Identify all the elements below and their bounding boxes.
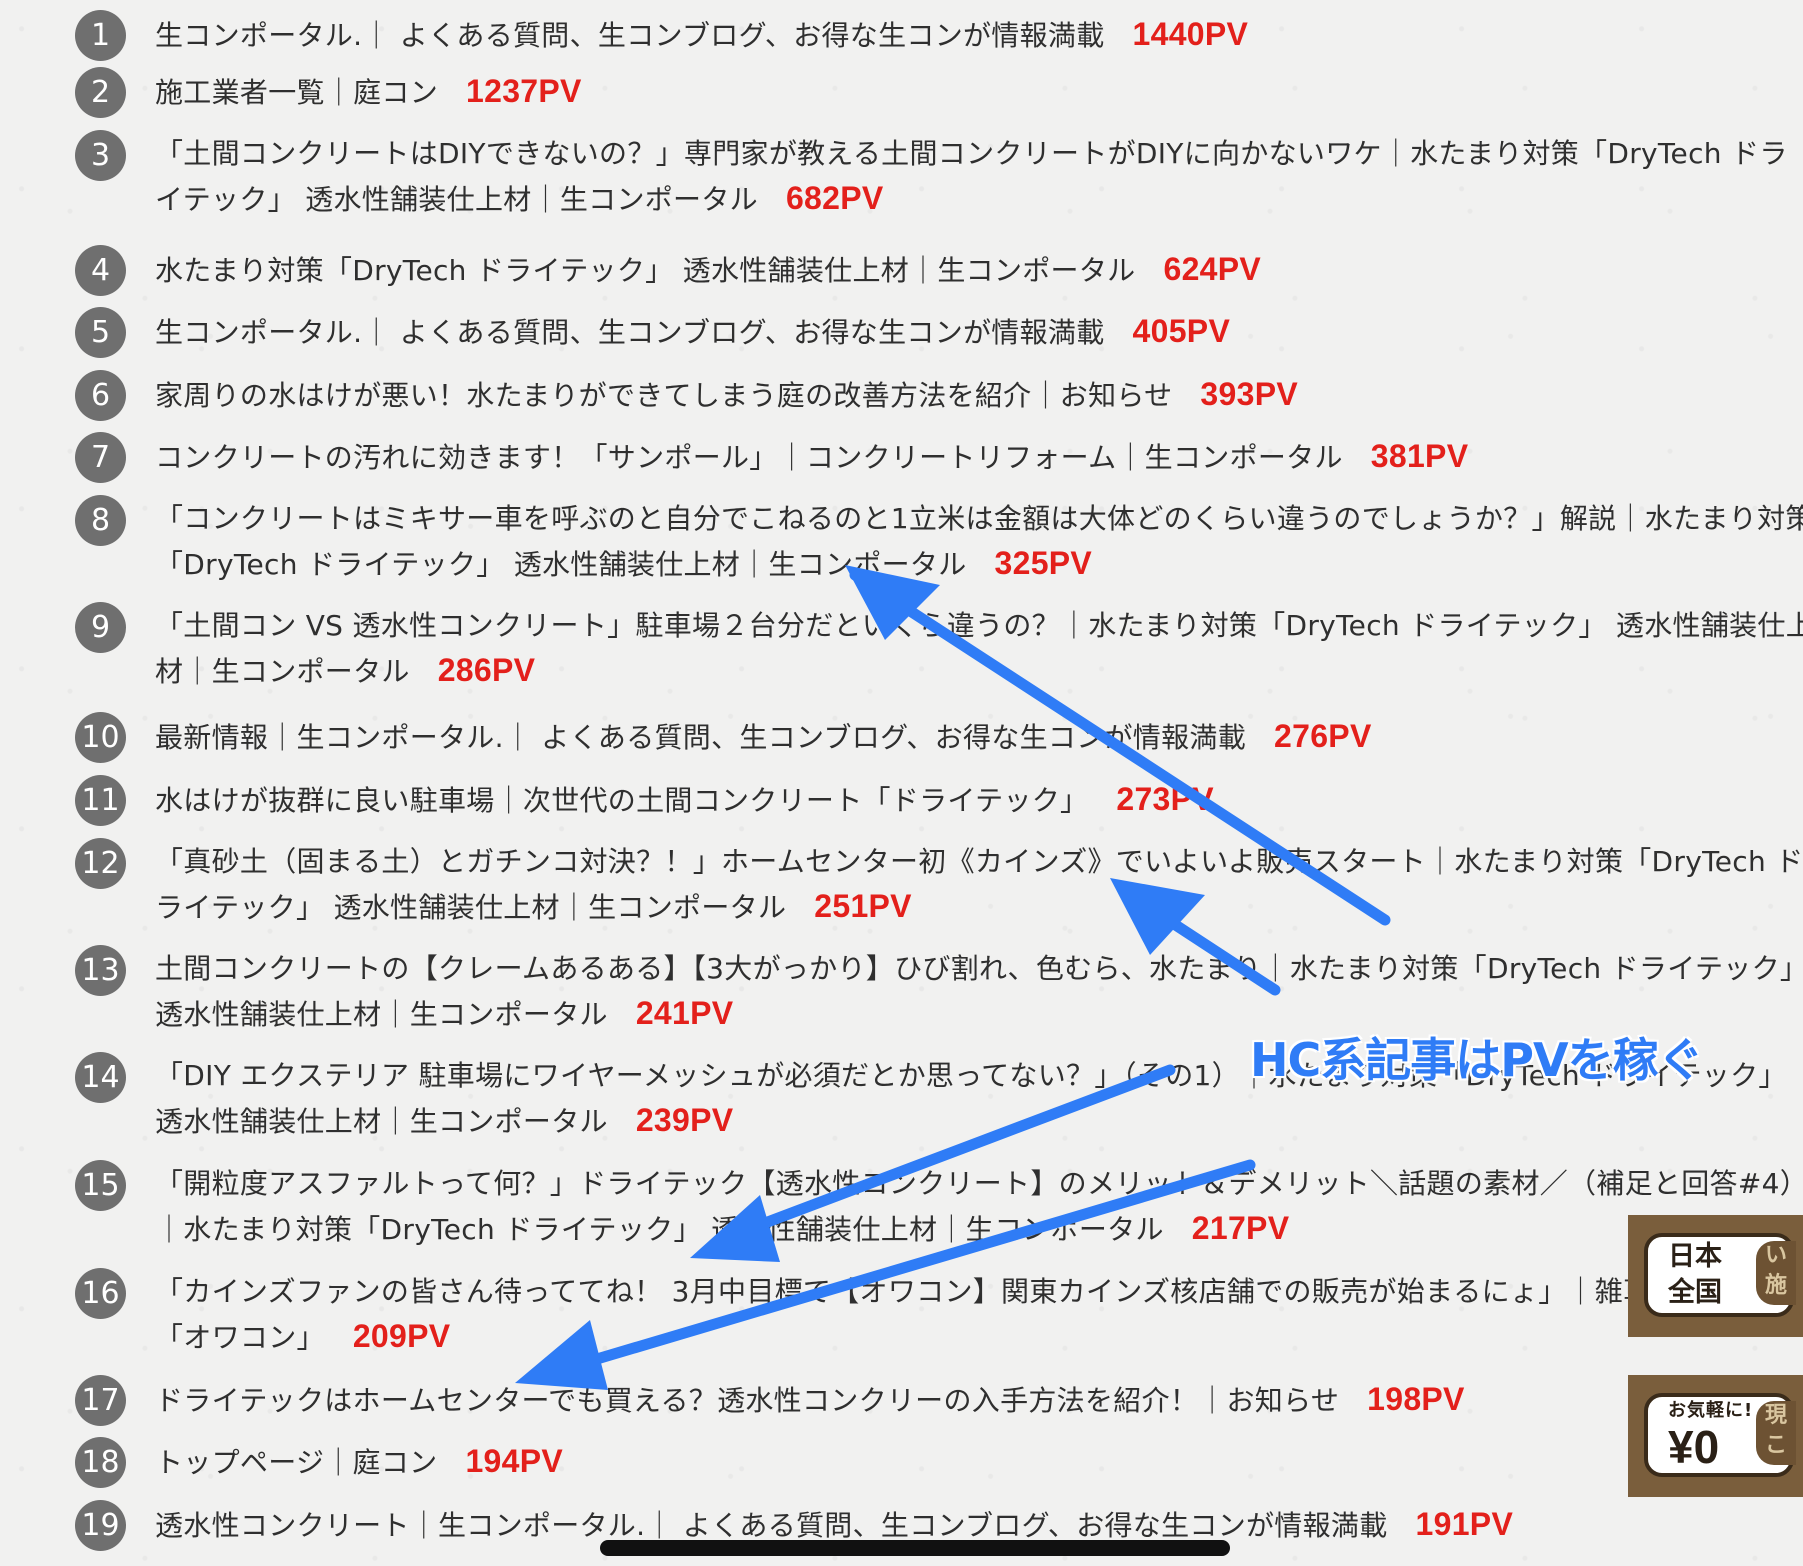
page-title-text[interactable]: ドライテックはホームセンターでも買える？透水性コンクリーの入手方法を紹介！｜お知…	[155, 1384, 1339, 1417]
free-badge[interactable]: お気軽に! ¥0 現 こ	[1628, 1375, 1803, 1497]
page-title-text[interactable]: 透水性コンクリート｜生コンポータル.｜ よくある質問、生コンブログ、お得な生コン…	[155, 1509, 1388, 1542]
rank-number-badge: 3	[75, 130, 126, 181]
page-title-text[interactable]: 「コンクリートはミキサー車を呼ぶのと自分でこねるのと1立米は金額は大体どのくらい…	[155, 502, 1803, 581]
nationwide-badge-side2: 施	[1764, 1273, 1787, 1298]
nationwide-badge[interactable]: 日本 全国 い 施	[1628, 1215, 1803, 1337]
annotation-label: HC系記事はPVを稼ぐ	[1250, 1033, 1704, 1087]
pageview-count: 251PV	[814, 888, 912, 924]
pageview-count: 191PV	[1415, 1506, 1514, 1542]
ranking-entry: トップページ｜庭コン 194PV	[155, 1439, 1803, 1485]
page-title-text[interactable]: 「開粒度アスファルトって何？」ドライテック【透水性コンクリート】のメリット＆デメ…	[155, 1167, 1803, 1246]
nationwide-badge-text: 日本 全国	[1668, 1239, 1722, 1311]
pageview-count: 682PV	[785, 180, 884, 216]
pageview-count: 241PV	[635, 995, 734, 1031]
rank-number-badge: 5	[75, 307, 126, 358]
page-title-text[interactable]: 施工業者一覧｜庭コン	[155, 76, 438, 109]
pageview-count: 405PV	[1132, 313, 1231, 349]
page-title-text[interactable]: コンクリートの汚れに効きます！「サンポール」｜コンクリートリフォーム｜生コンポー…	[155, 441, 1343, 474]
rank-number-badge: 4	[75, 245, 126, 296]
ranking-entry: 水たまり対策「DryTech ドライテック」 透水性舗装仕上材｜生コンポータル 6…	[155, 247, 1803, 293]
page-title-text[interactable]: 家周りの水はけが悪い！水たまりができてしまう庭の改善方法を紹介｜お知らせ	[155, 379, 1172, 412]
ranking-entry: 最新情報｜生コンポータル.｜ よくある質問、生コンブログ、お得な生コンが情報満載…	[155, 714, 1803, 760]
ranking-entry: 「カインズファンの皆さん待っててね！ 3月中目標で【オワコン】関東カインズ核店舗…	[155, 1270, 1803, 1360]
pageview-count: 198PV	[1367, 1381, 1465, 1417]
rank-number-badge: 13	[75, 945, 126, 996]
page-title-text[interactable]: 最新情報｜生コンポータル.｜ よくある質問、生コンブログ、お得な生コンが情報満載	[155, 721, 1246, 754]
page-title-text[interactable]: 「真砂土（固まる土）とガチンコ対決？！」ホームセンター初《カインズ》でいよいよ販…	[155, 845, 1803, 924]
free-badge-text: お気軽に! ¥0	[1668, 1399, 1753, 1471]
ranking-entry: 施工業者一覧｜庭コン 1237PV	[155, 69, 1803, 115]
nationwide-badge-side1: い	[1764, 1243, 1787, 1268]
rank-number-badge: 15	[75, 1160, 126, 1211]
page-title-text[interactable]: 土間コンクリートの【クレームあるある】【3大がっかり】ひび割れ、色むら、水たまり…	[155, 952, 1803, 1031]
home-indicator[interactable]	[600, 1540, 1230, 1556]
rank-number-badge: 6	[75, 370, 126, 421]
nationwide-badge-line1: 日本	[1668, 1241, 1722, 1272]
free-badge-small: お気軽に!	[1668, 1400, 1754, 1421]
ranking-entry: 「土間コン VS 透水性コンクリート」駐車場２台分だといくら違うの？｜水たまり対…	[155, 604, 1803, 694]
ranking-entry: 生コンポータル.｜ よくある質問、生コンブログ、お得な生コンが情報満載 1440P…	[155, 12, 1803, 58]
free-badge-side2: こ	[1764, 1433, 1787, 1458]
page-title-text[interactable]: トップページ｜庭コン	[155, 1446, 437, 1479]
ranking-entry: ドライテックはホームセンターでも買える？透水性コンクリーの入手方法を紹介！｜お知…	[155, 1377, 1803, 1423]
ranking-entry: 水はけが抜群に良い駐車場｜次世代の土間コンクリート「ドライテック」 273PV	[155, 777, 1803, 823]
ranking-entry: 「コンクリートはミキサー車を呼ぶのと自分でこねるのと1立米は金額は大体どのくらい…	[155, 497, 1803, 587]
ranking-entry: 家周りの水はけが悪い！水たまりができてしまう庭の改善方法を紹介｜お知らせ 393P…	[155, 372, 1803, 418]
rank-number-badge: 16	[75, 1268, 126, 1319]
pageview-count: 325PV	[994, 545, 1093, 581]
rank-number-badge: 10	[75, 712, 126, 763]
pageview-count: 393PV	[1200, 376, 1298, 412]
rank-number-badge: 14	[75, 1052, 126, 1103]
free-badge-side: 現 こ	[1756, 1401, 1796, 1465]
pageview-count: 381PV	[1370, 438, 1469, 474]
pageview-count: 1237PV	[466, 73, 582, 109]
page-title-text[interactable]: 生コンポータル.｜ よくある質問、生コンブログ、お得な生コンが情報満載	[155, 316, 1105, 349]
page-title-text[interactable]: 「土間コン VS 透水性コンクリート」駐車場２台分だといくら違うの？｜水たまり対…	[155, 609, 1803, 688]
pageview-count: 1440PV	[1132, 16, 1249, 52]
rank-number-badge: 11	[75, 775, 126, 826]
rank-number-badge: 1	[75, 10, 126, 61]
rank-number-badge: 19	[75, 1500, 126, 1551]
rank-number-badge: 12	[75, 838, 126, 889]
free-badge-price: ¥0	[1668, 1421, 1720, 1473]
ranking-entry: 「土間コンクリートはDIYできないの？」専門家が教える土間コンクリートがDIYに…	[155, 132, 1803, 222]
page-title-text[interactable]: 生コンポータル.｜ よくある質問、生コンブログ、お得な生コンが情報満載	[155, 19, 1105, 52]
rank-number-badge: 18	[75, 1437, 126, 1488]
pageview-count: 239PV	[635, 1102, 734, 1138]
ranking-entry: 「開粒度アスファルトって何？」ドライテック【透水性コンクリート】のメリット＆デメ…	[155, 1162, 1803, 1252]
pageview-count: 624PV	[1163, 251, 1262, 287]
ranking-entry: 生コンポータル.｜ よくある質問、生コンブログ、お得な生コンが情報満載 405PV	[155, 309, 1803, 355]
rank-number-badge: 2	[75, 67, 126, 118]
rank-number-badge: 17	[75, 1375, 126, 1426]
pageview-count: 273PV	[1116, 781, 1214, 817]
ranking-list: 1 生コンポータル.｜ よくある質問、生コンブログ、お得な生コンが情報満載 1440…	[0, 0, 1803, 1566]
page-title-text[interactable]: 水たまり対策「DryTech ドライテック」 透水性舗装仕上材｜生コンポータル	[155, 254, 1135, 287]
pageview-count: 286PV	[437, 652, 536, 688]
rank-number-badge: 8	[75, 495, 126, 546]
page-title-text[interactable]: 「土間コンクリートはDIYできないの？」専門家が教える土間コンクリートがDIYに…	[155, 137, 1788, 216]
rank-number-badge: 9	[75, 602, 126, 653]
nationwide-badge-line2: 全国	[1668, 1277, 1722, 1308]
pageview-count: 276PV	[1274, 718, 1372, 754]
pageview-count: 194PV	[465, 1443, 564, 1479]
ranking-entry: コンクリートの汚れに効きます！「サンポール」｜コンクリートリフォーム｜生コンポー…	[155, 434, 1803, 480]
pageview-count: 209PV	[352, 1318, 451, 1354]
pageview-count: 217PV	[1191, 1210, 1290, 1246]
nationwide-badge-side: い 施	[1756, 1241, 1796, 1305]
rank-number-badge: 7	[75, 432, 126, 483]
free-badge-side1: 現	[1764, 1403, 1787, 1428]
ranking-entry: 「真砂土（固まる土）とガチンコ対決？！」ホームセンター初《カインズ》でいよいよ販…	[155, 840, 1803, 930]
page-title-text[interactable]: 水はけが抜群に良い駐車場｜次世代の土間コンクリート「ドライテック」	[155, 784, 1088, 817]
